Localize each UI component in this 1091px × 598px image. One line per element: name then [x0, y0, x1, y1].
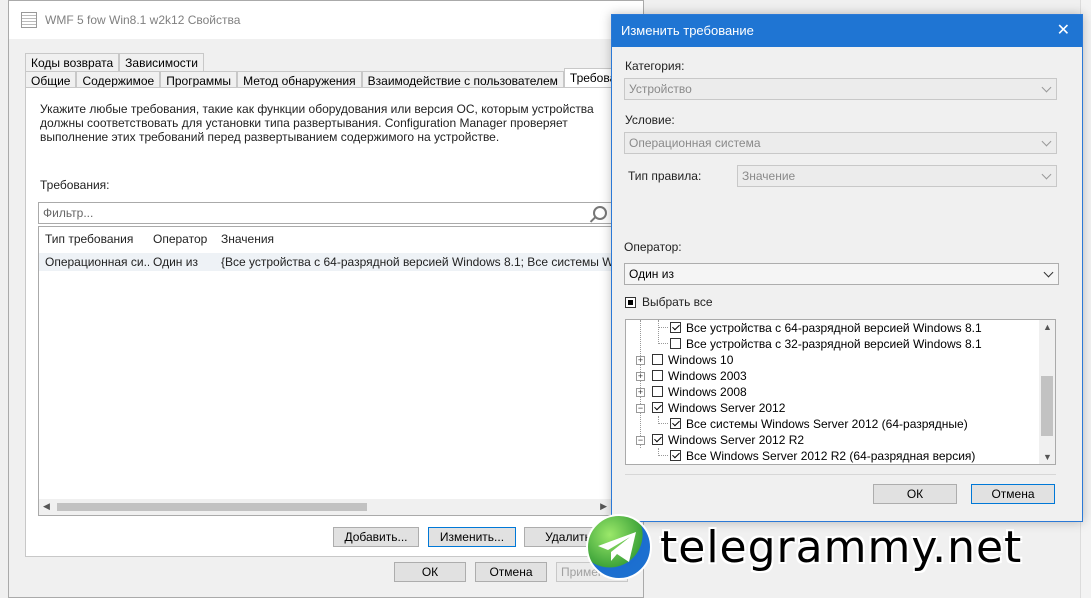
- close-icon[interactable]: ✕: [1057, 15, 1070, 47]
- dialog-title: Изменить требование: [621, 23, 754, 38]
- tree-item-label: Все устройства с 32-разрядной версией Wi…: [686, 337, 982, 351]
- scroll-down-icon[interactable]: ▼: [1043, 452, 1052, 462]
- requirements-list[interactable]: Тип требования Оператор Значения Операци…: [38, 226, 612, 516]
- checkbox[interactable]: [652, 370, 663, 381]
- checkbox[interactable]: [652, 402, 663, 413]
- chevron-down-icon: [1041, 82, 1052, 93]
- rule-type-label: Тип правила:: [628, 169, 702, 183]
- select-all-label: Выбрать все: [642, 295, 713, 309]
- checkbox[interactable]: [652, 354, 663, 365]
- scrollbar-thumb[interactable]: [1041, 376, 1053, 436]
- search-icon[interactable]: [593, 206, 607, 220]
- divider: [625, 474, 1056, 475]
- category-value: Устройство: [629, 82, 692, 96]
- tree-item[interactable]: Все Windows Server 2012 R2 (64-разрядная…: [626, 448, 1046, 464]
- dialog-ok-button[interactable]: ОК: [873, 484, 957, 504]
- edit-button[interactable]: Изменить...: [428, 527, 516, 547]
- dialog-cancel-button[interactable]: Отмена: [971, 484, 1055, 504]
- telegram-logo-icon: [586, 514, 652, 580]
- row-operator-cell: Один из: [153, 255, 198, 269]
- tabs-row-top: Коды возврата Зависимости: [25, 53, 204, 72]
- checkbox[interactable]: [652, 386, 663, 397]
- category-label: Категория:: [625, 59, 685, 73]
- row-type-cell: Операционная си...: [45, 255, 149, 269]
- condition-select[interactable]: Операционная система: [624, 132, 1057, 154]
- requirements-description: Укажите любые требования, такие как функ…: [40, 102, 594, 144]
- tree-item[interactable]: + Windows 2003: [626, 368, 1046, 384]
- tree-item[interactable]: Все системы Windows Server 2012 (64-разр…: [626, 416, 1046, 432]
- checkbox[interactable]: [652, 434, 663, 445]
- add-button[interactable]: Добавить...: [333, 527, 419, 547]
- expand-icon[interactable]: +: [636, 388, 645, 397]
- requirements-panel: Укажите любые требования, такие как функ…: [25, 87, 627, 557]
- tab-dependencies[interactable]: Зависимости: [119, 53, 204, 72]
- tree-item[interactable]: − Windows Server 2012 R2: [626, 432, 1046, 448]
- tree-item-label: Windows 2008: [668, 385, 747, 399]
- scroll-up-icon[interactable]: ▲: [1043, 322, 1052, 332]
- dialog-titlebar: Изменить требование ✕: [612, 15, 1082, 47]
- tab-return-codes[interactable]: Коды возврата: [25, 53, 120, 72]
- category-select[interactable]: Устройство: [624, 78, 1057, 100]
- checkbox[interactable]: [670, 450, 681, 461]
- chevron-down-icon: [1043, 267, 1054, 278]
- tree-item[interactable]: + Windows 10: [626, 352, 1046, 368]
- collapse-icon[interactable]: −: [636, 404, 645, 413]
- cancel-button[interactable]: Отмена: [475, 562, 547, 582]
- checkbox[interactable]: [670, 322, 681, 333]
- tree-item-label: Windows 2003: [668, 369, 747, 383]
- chevron-down-icon: [1041, 169, 1052, 180]
- tree-item[interactable]: Все устройства с 64-разрядной версией Wi…: [626, 320, 1046, 336]
- expand-icon[interactable]: +: [636, 372, 645, 381]
- operator-select[interactable]: Один из: [624, 263, 1059, 285]
- chevron-down-icon: [1041, 136, 1052, 147]
- tree-item[interactable]: Все устройства с 32-разрядной версией Wi…: [626, 336, 1046, 352]
- filter-placeholder: Фильтр...: [43, 206, 94, 220]
- requirements-label: Требования:: [40, 178, 110, 192]
- column-header-type[interactable]: Тип требования: [45, 227, 133, 251]
- watermark: telegrammy.net: [586, 505, 1022, 589]
- checkbox[interactable]: [670, 338, 681, 349]
- expand-icon[interactable]: +: [636, 356, 645, 365]
- edit-requirement-dialog: Изменить требование ✕ Категория: Устройс…: [611, 14, 1083, 522]
- ok-button[interactable]: ОК: [394, 562, 466, 582]
- properties-window: WMF 5 fow Win8.1 w2k12 Свойства Коды воз…: [8, 0, 644, 598]
- collapse-icon[interactable]: −: [636, 436, 645, 445]
- properties-titlebar: WMF 5 fow Win8.1 w2k12 Свойства: [9, 1, 643, 39]
- operator-value: Один из: [629, 267, 674, 281]
- condition-value: Операционная система: [629, 136, 761, 150]
- checkbox[interactable]: [670, 418, 681, 429]
- scrollbar-thumb[interactable]: [57, 503, 367, 511]
- select-all-checkbox[interactable]: [625, 297, 636, 308]
- tree-item-label: Windows Server 2012 R2: [668, 433, 805, 447]
- tree-item-label: Все системы Windows Server 2012 (64-разр…: [686, 417, 968, 431]
- horizontal-scrollbar[interactable]: ◀ ▶: [39, 499, 611, 515]
- watermark-text: telegrammy.net: [660, 521, 1023, 573]
- scroll-left-icon[interactable]: ◀: [43, 501, 50, 512]
- condition-label: Условие:: [625, 113, 675, 127]
- operator-label: Оператор:: [624, 240, 682, 254]
- row-values-cell: {Все устройства с 64-разрядной версией W…: [221, 255, 612, 269]
- window-title: WMF 5 fow Win8.1 w2k12 Свойства: [45, 13, 241, 27]
- vertical-scrollbar[interactable]: ▲ ▼: [1039, 320, 1055, 464]
- filter-input[interactable]: Фильтр...: [38, 202, 612, 224]
- app-icon: [21, 12, 37, 28]
- column-header-values[interactable]: Значения: [221, 227, 274, 251]
- column-header-operator[interactable]: Оператор: [153, 227, 207, 251]
- tree-item-label: Windows 10: [668, 353, 734, 367]
- tree-item-label: Все Windows Server 2012 R2 (64-разрядная…: [686, 449, 976, 463]
- tree-item-label: Все устройства с 64-разрядной версией Wi…: [686, 321, 982, 335]
- tree-item[interactable]: − Windows Server 2012: [626, 400, 1046, 416]
- rule-type-select[interactable]: Значение: [737, 165, 1057, 187]
- tree-item-label: Windows Server 2012: [668, 401, 786, 415]
- tree-item[interactable]: + Windows 2008: [626, 384, 1046, 400]
- rule-type-value: Значение: [742, 169, 796, 183]
- os-tree[interactable]: Все устройства с 64-разрядной версией Wi…: [625, 319, 1056, 465]
